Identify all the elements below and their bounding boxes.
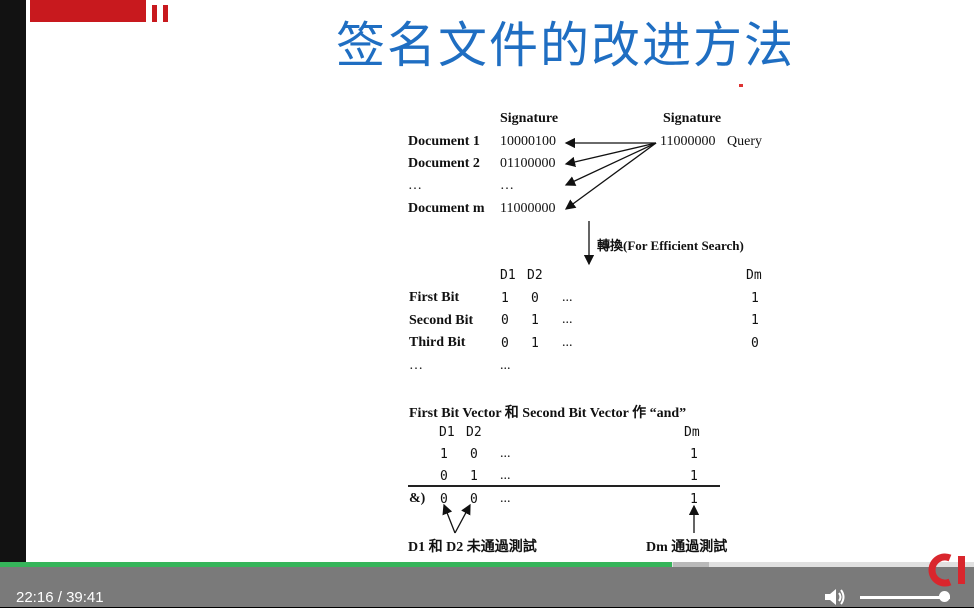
video-player[interactable]: 签名文件的改进方法 Signature Signature Document 1…	[0, 0, 974, 607]
duration: 39:41	[66, 589, 104, 606]
query-arrow	[564, 142, 657, 186]
volume-slider[interactable]	[860, 596, 950, 599]
volume-knob[interactable]	[939, 591, 950, 602]
time-display: 22:16 / 39:41	[16, 589, 104, 606]
fail-arrow	[454, 503, 471, 534]
speaker-icon[interactable]	[822, 586, 846, 608]
fail-arrow	[442, 503, 456, 534]
channel-logo	[928, 553, 965, 587]
diagram-arrows	[442, 137, 700, 534]
current-time: 22:16	[16, 589, 54, 606]
time-separator: /	[57, 589, 62, 606]
